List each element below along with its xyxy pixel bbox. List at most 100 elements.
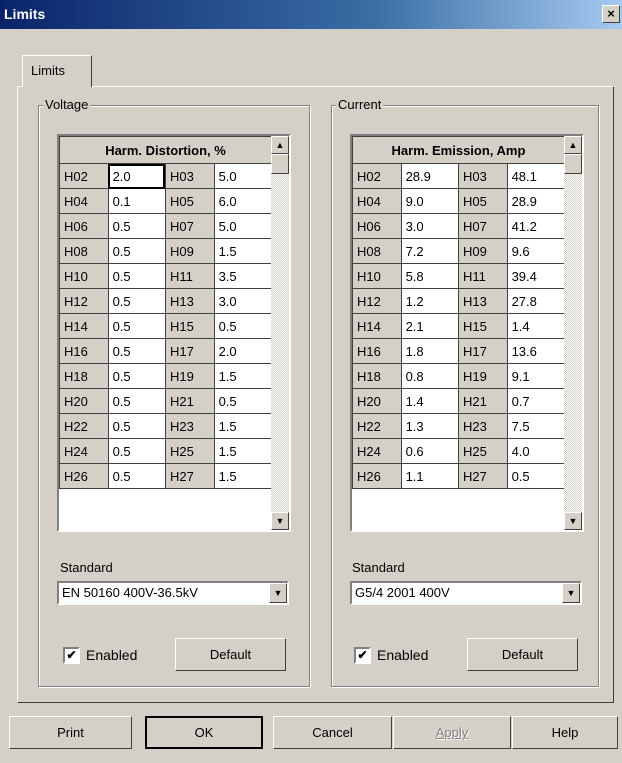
harmonic-value-cell[interactable]: 0.5 xyxy=(107,438,166,464)
voltage-default-button[interactable]: Default xyxy=(175,638,286,671)
harmonic-label: H03 xyxy=(164,163,215,189)
harmonic-value-cell[interactable]: 1.5 xyxy=(213,238,273,264)
harmonic-value-cell[interactable]: 1.8 xyxy=(400,338,459,364)
harmonic-value-cell[interactable]: 1.2 xyxy=(400,288,459,314)
harmonic-value-cell[interactable]: 48.1 xyxy=(506,163,566,189)
harmonic-value-cell[interactable]: 1.5 xyxy=(213,363,273,389)
harmonic-value-cell[interactable]: 0.5 xyxy=(506,463,566,489)
current-enabled-checkbox[interactable]: ✔ xyxy=(354,647,371,664)
harmonic-value-cell[interactable]: 3.0 xyxy=(400,213,459,239)
harmonic-value-cell[interactable]: 0.8 xyxy=(400,363,459,389)
harmonic-value-cell[interactable]: 9.6 xyxy=(506,238,566,264)
harmonic-label: H12 xyxy=(352,288,402,314)
harmonic-value-cell[interactable]: 0.7 xyxy=(506,388,566,414)
current-default-button[interactable]: Default xyxy=(467,638,578,671)
harmonic-value-cell[interactable]: 1.3 xyxy=(400,413,459,439)
table-row: H02 28.9 H03 48.1 xyxy=(352,163,566,189)
print-button[interactable]: Print xyxy=(9,716,132,749)
scroll-up-icon[interactable]: ▲ xyxy=(564,136,582,154)
harmonic-value-cell[interactable]: 0.1 xyxy=(107,188,166,214)
scroll-down-icon[interactable]: ▼ xyxy=(564,512,582,530)
harmonic-value-cell[interactable]: 0.5 xyxy=(213,388,273,414)
help-button[interactable]: Help xyxy=(512,716,618,749)
close-icon[interactable]: × xyxy=(602,5,620,23)
scroll-down-icon[interactable]: ▼ xyxy=(271,512,289,530)
harmonic-value-cell[interactable]: 9.1 xyxy=(506,363,566,389)
harmonic-value-cell[interactable]: 1.4 xyxy=(506,313,566,339)
harmonic-label: H10 xyxy=(352,263,402,289)
scroll-thumb[interactable] xyxy=(564,154,582,174)
harmonic-value-cell[interactable]: 1.5 xyxy=(213,463,273,489)
voltage-enabled-checkbox[interactable]: ✔ xyxy=(63,647,80,664)
harmonic-value-cell[interactable]: 28.9 xyxy=(400,163,459,189)
harmonic-value-cell[interactable]: 0.5 xyxy=(107,388,166,414)
harmonic-label: H27 xyxy=(457,463,508,489)
harmonic-label: H21 xyxy=(164,388,215,414)
harmonic-value-cell[interactable]: 41.2 xyxy=(506,213,566,239)
current-scrollbar[interactable]: ▲ ▼ xyxy=(564,136,582,530)
chevron-down-icon[interactable]: ▼ xyxy=(269,583,287,603)
harmonic-value-cell[interactable]: 2.0 xyxy=(107,163,166,189)
harmonic-value-cell[interactable]: 0.5 xyxy=(107,338,166,364)
cancel-button[interactable]: Cancel xyxy=(273,716,392,749)
scroll-up-icon[interactable]: ▲ xyxy=(271,136,289,154)
harmonic-value-cell[interactable]: 0.5 xyxy=(107,213,166,239)
chevron-down-icon[interactable]: ▼ xyxy=(562,583,580,603)
harmonic-value-cell[interactable]: 39.4 xyxy=(506,263,566,289)
table-row: H18 0.8 H19 9.1 xyxy=(352,363,566,389)
harmonic-value-cell[interactable]: 0.6 xyxy=(400,438,459,464)
harmonic-label: H22 xyxy=(352,413,402,439)
harmonic-value-cell[interactable]: 0.5 xyxy=(107,313,166,339)
harmonic-value-cell[interactable]: 7.5 xyxy=(506,413,566,439)
harmonic-value-cell[interactable]: 5.8 xyxy=(400,263,459,289)
harmonic-value-cell[interactable]: 0.5 xyxy=(107,263,166,289)
table-row: H14 2.1 H15 1.4 xyxy=(352,313,566,339)
voltage-standard-select[interactable]: EN 50160 400V-36.5kV ▼ xyxy=(57,581,289,605)
harmonic-value-cell[interactable]: 7.2 xyxy=(400,238,459,264)
current-standard-select[interactable]: G5/4 2001 400V ▼ xyxy=(350,581,582,605)
harmonic-value-cell[interactable]: 0.5 xyxy=(107,463,166,489)
voltage-standard-label: Standard xyxy=(60,560,113,575)
harmonic-value-cell[interactable]: 0.5 xyxy=(107,288,166,314)
harmonic-label: H15 xyxy=(457,313,508,339)
harmonic-value-cell[interactable]: 3.5 xyxy=(213,263,273,289)
voltage-harmonic-grid[interactable]: Harm. Distortion, % H02 2.0 H03 5.0 H04 0.1 H0… xyxy=(57,134,291,532)
harmonic-label: H04 xyxy=(59,188,109,214)
harmonic-value-cell[interactable]: 2.0 xyxy=(213,338,273,364)
harmonic-label: H22 xyxy=(59,413,109,439)
harmonic-value-cell[interactable]: 27.8 xyxy=(506,288,566,314)
apply-button[interactable]: Apply xyxy=(393,716,511,749)
harmonic-value-cell[interactable]: 1.1 xyxy=(400,463,459,489)
harmonic-value-cell[interactable]: 9.0 xyxy=(400,188,459,214)
voltage-enabled-label[interactable]: Enabled xyxy=(86,647,137,663)
harmonic-value-cell[interactable]: 4.0 xyxy=(506,438,566,464)
harmonic-value-cell[interactable]: 3.0 xyxy=(213,288,273,314)
harmonic-value-cell[interactable]: 0.5 xyxy=(107,363,166,389)
current-harmonic-grid[interactable]: Harm. Emission, Amp H02 28.9 H03 48.1 H04 9.0… xyxy=(350,134,584,532)
table-row: H04 0.1 H05 6.0 xyxy=(59,188,273,214)
table-row: H02 2.0 H03 5.0 xyxy=(59,163,273,189)
harmonic-value-cell[interactable]: 1.5 xyxy=(213,413,273,439)
tab-limits[interactable]: Limits xyxy=(22,55,92,87)
ok-button[interactable]: OK xyxy=(145,716,263,749)
harmonic-value-cell[interactable]: 1.4 xyxy=(400,388,459,414)
voltage-table: Harm. Distortion, % H02 2.0 H03 5.0 H04 0.1 H0… xyxy=(59,136,273,489)
harmonic-value-cell[interactable]: 6.0 xyxy=(213,188,273,214)
harmonic-value-cell[interactable]: 0.5 xyxy=(107,238,166,264)
scroll-thumb[interactable] xyxy=(271,154,289,174)
table-row: H06 3.0 H07 41.2 xyxy=(352,213,566,239)
harmonic-value-cell[interactable]: 28.9 xyxy=(506,188,566,214)
harmonic-label: H14 xyxy=(59,313,109,339)
harmonic-value-cell[interactable]: 5.0 xyxy=(213,163,273,189)
harmonic-value-cell[interactable]: 13.6 xyxy=(506,338,566,364)
harmonic-value-cell[interactable]: 0.5 xyxy=(213,313,273,339)
voltage-group-label: Voltage xyxy=(43,97,91,112)
current-enabled-label[interactable]: Enabled xyxy=(377,647,428,663)
harmonic-label: H02 xyxy=(59,163,109,189)
current-table-header: Harm. Emission, Amp xyxy=(352,136,565,164)
harmonic-value-cell[interactable]: 5.0 xyxy=(213,213,273,239)
harmonic-value-cell[interactable]: 0.5 xyxy=(107,413,166,439)
harmonic-value-cell[interactable]: 2.1 xyxy=(400,313,459,339)
voltage-scrollbar[interactable]: ▲ ▼ xyxy=(271,136,289,530)
harmonic-value-cell[interactable]: 1.5 xyxy=(213,438,273,464)
